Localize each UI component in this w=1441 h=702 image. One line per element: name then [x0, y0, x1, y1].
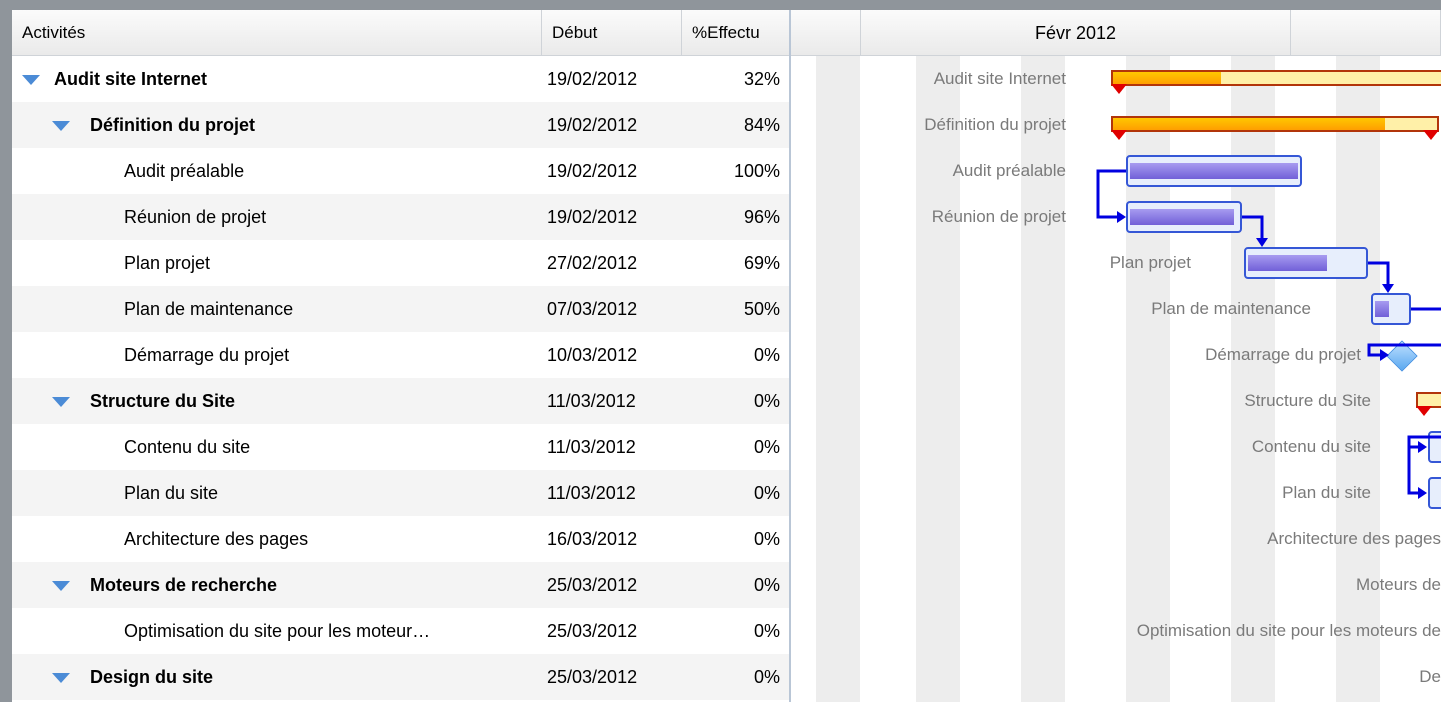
link-arrow-icon [1117, 211, 1126, 223]
table-row[interactable]: Plan de maintenance 07/03/2012 50% [12, 286, 802, 332]
start-date-cell[interactable]: 19/02/2012 [542, 56, 682, 102]
activity-name-cell[interactable]: Audit site Internet [12, 56, 542, 102]
percent-complete-cell[interactable]: 96% [692, 194, 780, 240]
activity-name: Plan du site [124, 483, 219, 503]
gantt-project-view: Activités Début %Effectu Audit site Inte… [12, 10, 1441, 702]
dependency-link [1096, 169, 1126, 219]
collapse-triangle-icon[interactable] [52, 397, 70, 407]
activity-name: Structure du Site [90, 391, 236, 411]
activity-name-cell[interactable]: Réunion de projet [12, 194, 542, 240]
table-row[interactable]: Structure du Site 11/03/2012 0% [12, 378, 802, 424]
percent-complete-cell[interactable]: 0% [692, 470, 780, 516]
percent-complete-cell[interactable]: 0% [692, 516, 780, 562]
table-row[interactable]: Architecture des pages 16/03/2012 0% [12, 516, 802, 562]
activity-name: Design du site [90, 667, 214, 687]
link-arrow-icon [1418, 487, 1427, 499]
activity-grid: Activités Début %Effectu Audit site Inte… [12, 10, 802, 702]
activity-name: Démarrage du projet [124, 345, 290, 365]
table-row[interactable]: Optimisation du site pour les moteur… 25/… [12, 608, 802, 654]
percent-complete-cell[interactable]: 0% [692, 562, 780, 608]
percent-complete-cell[interactable]: 0% [692, 608, 780, 654]
collapse-triangle-icon[interactable] [52, 673, 70, 683]
column-header-activities[interactable]: Activités [12, 10, 542, 56]
percent-complete-cell[interactable]: 0% [692, 654, 780, 700]
start-date-cell[interactable]: 07/03/2012 [542, 286, 682, 332]
activity-name: Audit site Internet [54, 69, 208, 89]
link-arrow-icon [1418, 441, 1427, 453]
activity-name-cell[interactable]: Démarrage du projet [12, 332, 542, 378]
start-date-cell[interactable]: 19/02/2012 [542, 194, 682, 240]
percent-complete-cell[interactable]: 69% [692, 240, 780, 286]
percent-complete-cell[interactable]: 32% [692, 56, 780, 102]
start-date-cell[interactable]: 19/02/2012 [542, 102, 682, 148]
start-date-cell[interactable]: 11/03/2012 [542, 470, 682, 516]
start-date-cell[interactable]: 11/03/2012 [542, 378, 682, 424]
start-date-cell[interactable]: 16/03/2012 [542, 516, 682, 562]
percent-complete-cell[interactable]: 0% [692, 424, 780, 470]
activity-name: Audit préalable [124, 161, 245, 181]
table-row[interactable]: Plan projet 27/02/2012 69% [12, 240, 802, 286]
start-date-cell[interactable]: 25/03/2012 [542, 562, 682, 608]
gantt-chart: Févr 2012 Audit site Internet Définition … [791, 10, 1441, 702]
activity-name-cell[interactable]: Design du site [12, 654, 542, 700]
activity-name-cell[interactable]: Plan de maintenance [12, 286, 542, 332]
activity-name: Moteurs de recherche [90, 575, 278, 595]
table-row[interactable]: Contenu du site 11/03/2012 0% [12, 424, 802, 470]
column-header-percent-complete[interactable]: %Effectu [682, 10, 790, 56]
link-arrow-icon [1256, 238, 1268, 247]
percent-complete-cell[interactable]: 100% [692, 148, 780, 194]
table-row[interactable]: Design du site 25/03/2012 0% [12, 654, 802, 700]
percent-complete-cell[interactable]: 84% [692, 102, 780, 148]
activity-name-cell[interactable]: Optimisation du site pour les moteur… [12, 608, 542, 654]
activity-name-cell[interactable]: Plan projet [12, 240, 542, 286]
dependency-link [1407, 447, 1425, 495]
link-arrow-icon [1380, 349, 1389, 361]
activity-name: Réunion de projet [124, 207, 267, 227]
activity-name-cell[interactable]: Architecture des pages [12, 516, 542, 562]
table-row[interactable]: Démarrage du projet 10/03/2012 0% [12, 332, 802, 378]
activity-name: Plan projet [124, 253, 211, 273]
column-header-start[interactable]: Début [542, 10, 682, 56]
table-row[interactable]: Plan du site 11/03/2012 0% [12, 470, 802, 516]
table-row[interactable]: Moteurs de recherche 25/03/2012 0% [12, 562, 802, 608]
start-date-cell[interactable]: 27/02/2012 [542, 240, 682, 286]
table-row[interactable]: Réunion de projet 19/02/2012 96% [12, 194, 802, 240]
percent-complete-cell[interactable]: 50% [692, 286, 780, 332]
table-row[interactable]: Définition du projet 19/02/2012 84% [12, 102, 802, 148]
dependency-link [1367, 343, 1441, 357]
start-date-cell[interactable]: 10/03/2012 [542, 332, 682, 378]
collapse-triangle-icon[interactable] [52, 581, 70, 591]
start-date-cell[interactable]: 11/03/2012 [542, 424, 682, 470]
activity-name: Optimisation du site pour les moteur… [124, 621, 431, 641]
start-date-cell[interactable]: 25/03/2012 [542, 608, 682, 654]
activity-name-cell[interactable]: Moteurs de recherche [12, 562, 542, 608]
table-row[interactable]: Audit site Internet 19/02/2012 32% [12, 56, 802, 102]
link-arrow-icon [1382, 284, 1394, 293]
activity-name-cell[interactable]: Plan du site [12, 470, 542, 516]
table-row[interactable]: Audit préalable 19/02/2012 100% [12, 148, 802, 194]
activity-name: Plan de maintenance [124, 299, 294, 319]
percent-complete-cell[interactable]: 0% [692, 378, 780, 424]
collapse-triangle-icon[interactable] [22, 75, 40, 85]
dependency-links [1096, 169, 1441, 499]
activity-name-cell[interactable]: Structure du Site [12, 378, 542, 424]
activity-name: Définition du projet [90, 115, 255, 135]
activity-name-cell[interactable]: Définition du projet [12, 102, 542, 148]
percent-complete-cell[interactable]: 0% [692, 332, 780, 378]
start-date-cell[interactable]: 25/03/2012 [542, 654, 682, 700]
activity-name-cell[interactable]: Audit préalable [12, 148, 542, 194]
activity-name-cell[interactable]: Contenu du site [12, 424, 542, 470]
collapse-triangle-icon[interactable] [52, 121, 70, 131]
dependency-link [1407, 435, 1441, 449]
activity-name: Architecture des pages [124, 529, 309, 549]
activity-name: Contenu du site [124, 437, 251, 457]
start-date-cell[interactable]: 19/02/2012 [542, 148, 682, 194]
